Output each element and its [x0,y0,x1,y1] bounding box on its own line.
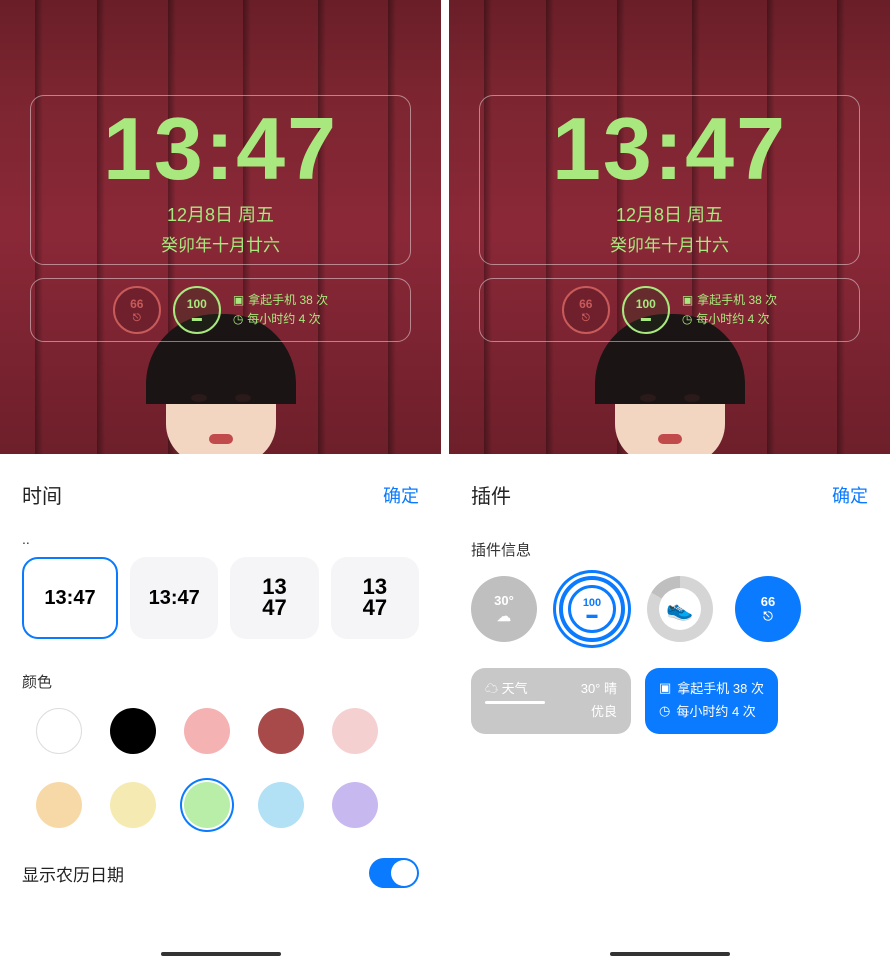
color-grid [22,708,419,828]
battery-icon: ▬ [641,313,651,324]
color-section-label: 颜色 [22,671,419,692]
clock-style-3[interactable]: 1347 [230,557,318,639]
widget-battery-circle[interactable]: 100 ▬ [559,576,625,642]
home-indicator[interactable] [161,952,281,956]
pickup-icon: ▣ [682,291,693,310]
cloud-icon: ☁ [497,608,511,625]
clock-lunar: 癸卯年十月廿六 [610,231,729,256]
pickup-card[interactable]: ▣拿起手机 38 次 ◷每小时约 4 次 [645,668,778,734]
color-yellow[interactable] [110,782,156,828]
widget-circles-row: 30° ☁ 100 ▬ 👟 66 ⎋ [471,576,868,642]
clock-icon: ◷ [659,703,670,719]
phone-icon: ⎋ [582,313,590,324]
confirm-button[interactable]: 确定 [832,482,868,508]
widget-steps-circle[interactable]: 👟 [647,576,713,642]
clock-time: 13:47 [103,105,338,193]
home-indicator[interactable] [610,952,730,956]
color-lightpink[interactable] [332,708,378,754]
widget-cards-row: ☁ 天气 30° 晴 优良 ▣拿起手机 38 次 ◷每小时约 4 次 [471,668,868,734]
phone-icon: ⎋ [763,609,773,624]
widget-66-circle: 66 ⎋ [562,286,610,334]
battery-icon: ▬ [192,313,202,324]
color-green[interactable] [184,782,230,828]
clock-icon: ◷ [682,310,692,329]
widgets-row[interactable]: 66 ⎋ 100 ▬ ▣拿起手机 38 次 ◷每小时约 4 次 [479,278,860,342]
clock-date: 12月8日 周五 [167,201,274,227]
clock-icon: ◷ [233,310,243,329]
widget-100-circle: 100 ▬ [173,286,221,334]
clock-date: 12月8日 周五 [616,201,723,227]
clock-style-4[interactable]: 1347 [331,557,419,639]
clock-style-2[interactable]: 13:47 [130,557,218,639]
pickup-icon: ▣ [233,291,244,310]
lunar-toggle-label: 显示农历日期 [22,861,124,886]
widget-100-circle: 100 ▬ [622,286,670,334]
clock-style-1[interactable]: 13:47 [22,557,118,639]
confirm-button[interactable]: 确定 [383,482,419,508]
clock-time: 13:47 [552,105,787,193]
widgets-row[interactable]: 66 ⎋ 100 ▬ ▣拿起手机 38 次 ◷每小时约 4 次 [30,278,411,342]
pickup-info: ▣拿起手机 38 次 ◷每小时约 4 次 [682,291,777,329]
widget-section-label: 插件信息 [471,539,868,560]
color-darkred[interactable] [258,708,304,754]
cloud-icon: ☁ [485,681,498,696]
sheet-title: 插件 [471,480,511,509]
phone-left: 13:47 12月8日 周五 癸卯年十月廿六 66 ⎋ 100 ▬ ▣拿起手机 … [0,0,441,964]
color-black[interactable] [110,708,156,754]
widget-sheet: 插件 确定 插件信息 30° ☁ 100 ▬ 👟 66 ⎋ [449,454,890,964]
weather-card[interactable]: ☁ 天气 30° 晴 优良 [471,668,631,734]
clock-lunar: 癸卯年十月廿六 [161,231,280,256]
battery-icon: ▬ [587,609,598,621]
phone-icon: ⎋ [133,313,141,324]
lunar-toggle[interactable] [369,858,419,888]
truncated-section-label: .. [22,539,419,551]
color-pink[interactable] [184,708,230,754]
clock-widget[interactable]: 13:47 12月8日 周五 癸卯年十月廿六 [30,95,411,265]
clock-widget[interactable]: 13:47 12月8日 周五 癸卯年十月廿六 [479,95,860,265]
sheet-title: 时间 [22,480,62,509]
wallpaper-person [146,324,296,454]
widget-weather-circle[interactable]: 30° ☁ [471,576,537,642]
pickup-info: ▣拿起手机 38 次 ◷每小时约 4 次 [233,291,328,329]
lockscreen-preview: 13:47 12月8日 周五 癸卯年十月廿六 66 ⎋ 100 ▬ ▣拿起手机 … [0,0,441,454]
color-white[interactable] [36,708,82,754]
shoe-icon: 👟 [666,596,693,622]
pickup-icon: ▣ [659,680,671,696]
lockscreen-preview: 13:47 12月8日 周五 癸卯年十月廿六 66 ⎋ 100 ▬ ▣拿起手机 … [449,0,890,454]
phone-right: 13:47 12月8日 周五 癸卯年十月廿六 66 ⎋ 100 ▬ ▣拿起手机 … [449,0,890,964]
color-purple[interactable] [332,782,378,828]
color-peach[interactable] [36,782,82,828]
clock-style-row: 13:47 13:47 1347 1347 [22,557,419,639]
wallpaper-person [595,324,745,454]
widget-pickup-circle[interactable]: 66 ⎋ [735,576,801,642]
time-sheet: 时间 确定 .. 13:47 13:47 1347 1347 颜色 显示农历日期 [0,454,441,964]
color-lightblue[interactable] [258,782,304,828]
widget-66-circle: 66 ⎋ [113,286,161,334]
